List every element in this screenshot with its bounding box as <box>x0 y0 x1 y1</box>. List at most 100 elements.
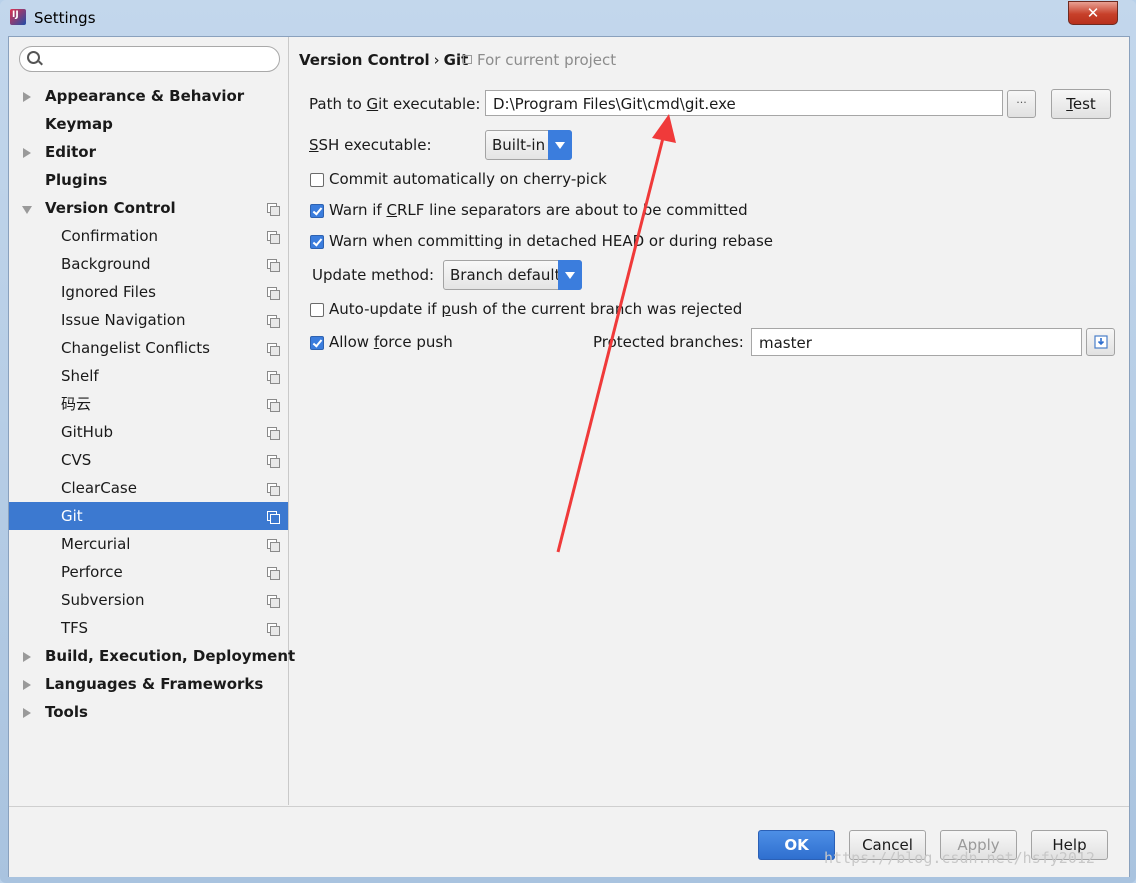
sidebar-item[interactable]: Background <box>9 250 288 278</box>
project-scope-icon <box>267 399 280 412</box>
auto-update-label-mnemonic: p <box>441 300 451 318</box>
expand-right-icon[interactable] <box>23 652 31 662</box>
breadcrumb-parent: Version Control <box>299 51 430 69</box>
sidebar-item[interactable]: Plugins <box>9 166 288 194</box>
close-button[interactable]: ✕ <box>1068 1 1118 25</box>
project-scope-icon <box>267 315 280 328</box>
settings-search-input[interactable] <box>19 46 280 72</box>
git-path-label-text-2: it executable: <box>378 95 481 113</box>
crlf-warning-checkbox[interactable] <box>310 204 324 218</box>
title-bar: Settings ✕ <box>0 0 1136 36</box>
sidebar-item[interactable]: Build, Execution, Deployment <box>9 642 295 670</box>
sidebar-item-label: Issue Navigation <box>61 311 186 329</box>
breadcrumb-separator: › <box>433 51 440 69</box>
sidebar-item[interactable]: Confirmation <box>9 222 288 250</box>
sidebar-item-label: Changelist Conflicts <box>61 339 210 357</box>
protected-branches-input[interactable]: master <box>751 328 1082 356</box>
update-method-label: Update method: <box>312 266 435 284</box>
sidebar-item[interactable]: Tools <box>9 698 288 726</box>
project-scope-icon <box>267 427 280 440</box>
auto-update-label-text-2: ush of the current branch was rejected <box>450 300 743 318</box>
sidebar-item[interactable]: 码云 <box>9 390 288 418</box>
sidebar-item[interactable]: Git <box>9 502 288 530</box>
ssh-executable-value: Built-in <box>492 136 546 154</box>
sidebar-item[interactable]: Appearance & Behavior <box>9 82 288 110</box>
detached-head-checkbox[interactable] <box>310 235 324 249</box>
intellij-app-icon <box>10 9 26 25</box>
expand-right-icon[interactable] <box>23 708 31 718</box>
ssh-label: SSH executable: <box>309 136 432 154</box>
git-settings-panel: Version Control › Git For current project … <box>289 37 1129 805</box>
sidebar-item-label: CVS <box>61 451 92 469</box>
sidebar-item[interactable]: Perforce <box>9 558 288 586</box>
crlf-label-mnemonic: C <box>386 201 397 219</box>
git-path-input[interactable]: D:\Program Files\Git\cmd\git.exe <box>485 90 1003 116</box>
sidebar-item[interactable]: Languages & Frameworks <box>9 670 288 698</box>
sidebar-item[interactable]: Editor <box>9 138 288 166</box>
sidebar-item-label: Build, Execution, Deployment <box>45 647 296 665</box>
sidebar-item-label: Tools <box>45 703 88 721</box>
test-label-mnemonic: T <box>1066 95 1073 113</box>
sidebar-item[interactable]: Subversion <box>9 586 288 614</box>
auto-update-checkbox[interactable] <box>310 303 324 317</box>
current-project-hint-text: For current project <box>477 51 617 69</box>
project-scope-icon <box>267 567 280 580</box>
sidebar-item-label: Languages & Frameworks <box>45 675 264 693</box>
ssh-label-mnemonic: S <box>309 136 319 154</box>
expand-right-icon[interactable] <box>23 680 31 690</box>
search-icon <box>27 51 40 64</box>
test-button[interactable]: Test <box>1051 89 1111 119</box>
sidebar-item[interactable]: Issue Navigation <box>9 306 288 334</box>
cherry-pick-label: Commit automatically on cherry-pick <box>329 170 607 188</box>
settings-window: Settings ✕ Appearance & Behavior Keymap Ed… <box>0 0 1136 883</box>
expand-right-icon[interactable] <box>23 148 31 158</box>
browse-button[interactable]: ··· <box>1007 90 1036 118</box>
sidebar-item-label: TFS <box>61 619 89 637</box>
expand-right-icon[interactable] <box>23 92 31 102</box>
chevron-down-icon <box>558 260 582 290</box>
sidebar-item-label: Appearance & Behavior <box>45 87 245 105</box>
sidebar-item[interactable]: GitHub <box>9 418 288 446</box>
sidebar-item[interactable]: Changelist Conflicts <box>9 334 288 362</box>
cherry-pick-checkbox[interactable] <box>310 173 324 187</box>
sidebar-item[interactable]: ClearCase <box>9 474 288 502</box>
project-scope-icon <box>267 483 280 496</box>
project-scope-icon <box>463 55 472 64</box>
project-scope-icon <box>267 539 280 552</box>
force-push-label-text-1: Allow <box>329 333 374 351</box>
project-scope-icon <box>267 287 280 300</box>
sidebar-item[interactable]: CVS <box>9 446 288 474</box>
allow-force-push-checkbox[interactable] <box>310 336 324 350</box>
breadcrumb: Version Control › Git <box>299 51 468 69</box>
update-method-select[interactable]: Branch default <box>443 260 582 290</box>
detached-head-label: Warn when committing in detached HEAD or… <box>329 232 774 250</box>
sidebar-item-label: Subversion <box>61 591 145 609</box>
sidebar-item[interactable]: Mercurial <box>9 530 288 558</box>
protected-branches-expand-button[interactable] <box>1086 328 1115 356</box>
sidebar-item[interactable]: Version Control <box>9 194 288 222</box>
git-path-label: Path to Git executable: <box>309 95 480 113</box>
force-push-label-text-2: orce push <box>379 333 453 351</box>
protected-branches-label: Protected branches: <box>593 333 744 351</box>
sidebar-item[interactable]: Shelf <box>9 362 288 390</box>
sidebar-item-label: GitHub <box>61 423 113 441</box>
current-project-hint: For current project <box>463 51 616 69</box>
sidebar-item-label: Confirmation <box>61 227 159 245</box>
project-scope-icon <box>267 623 280 636</box>
dialog-footer: OK Cancel Apply Help https://blog.csdn.n… <box>9 806 1129 877</box>
window-title: Settings <box>34 9 96 27</box>
sidebar-item[interactable]: Ignored Files <box>9 278 288 306</box>
sidebar-item[interactable]: Keymap <box>9 110 288 138</box>
sidebar-item-label: Plugins <box>45 171 108 189</box>
watermark-text: https://blog.csdn.net/hsfy2012 <box>824 849 1095 867</box>
project-scope-icon <box>267 343 280 356</box>
sidebar-item-label: Keymap <box>45 115 113 133</box>
sidebar-item-label: ClearCase <box>61 479 137 497</box>
sidebar-item[interactable]: TFS <box>9 614 288 642</box>
expand-down-icon[interactable] <box>22 206 32 214</box>
sidebar-item-label: Mercurial <box>61 535 131 553</box>
ssh-executable-select[interactable]: Built-in <box>485 130 572 160</box>
auto-update-label: Auto-update if push of the current branc… <box>329 300 742 318</box>
project-scope-icon <box>267 455 280 468</box>
project-scope-icon <box>267 595 280 608</box>
